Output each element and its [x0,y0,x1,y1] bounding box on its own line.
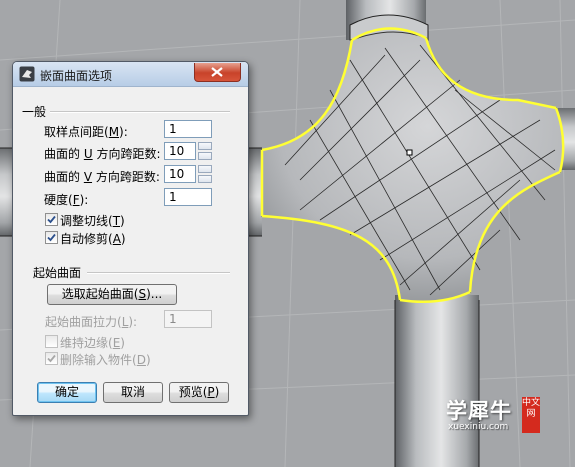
checkmark-icon [47,215,56,224]
v-spans-stepper[interactable] [198,165,212,183]
select-starting-surface-button[interactable]: 选取起始曲面(S)... [47,284,177,305]
u-spans-label: 曲面的 U 方向跨距数: [44,147,161,161]
starting-surface-pull-label: 起始曲面拉力(L): [45,315,138,329]
watermark-logo: 学犀牛 xuexiniu.com 中文网 [446,395,540,435]
preview-button[interactable]: 预览(P) [169,382,229,403]
sample-spacing-input[interactable]: 1 [164,120,212,138]
u-spans-stepper[interactable] [198,142,212,160]
watermark-badge: 中文网 [522,397,540,433]
v-spans-input[interactable]: 10 [164,165,196,183]
spin-down-icon[interactable] [198,152,212,160]
starting-surface-separator [87,272,230,274]
watermark-url: xuexiniu.com [448,422,509,432]
general-separator [50,111,230,113]
preserve-edges-checkbox[interactable] [45,335,58,348]
delete-input-checkbox[interactable] [45,352,58,365]
ok-button[interactable]: 确定 [37,382,97,403]
starting-surface-pull-input[interactable]: 1 [164,310,212,328]
v-spans-label: 曲面的 V 方向跨距数: [44,170,160,184]
watermark-main: 学犀牛 [446,399,512,423]
stiffness-input[interactable]: 1 [164,188,212,206]
auto-trim-checkbox[interactable] [45,231,58,244]
checkmark-icon [47,233,56,242]
dialog-title: 嵌面曲面选项 [40,69,113,83]
cancel-button[interactable]: 取消 [103,382,163,403]
checkmark-icon [47,354,56,363]
spin-up-icon[interactable] [198,165,212,173]
adjust-tangency-checkbox[interactable] [45,213,58,226]
preserve-edges-label[interactable]: 维持边缘(E) [60,334,125,351]
close-button[interactable] [194,63,241,82]
adjust-tangency-label[interactable]: 调整切线(T) [60,212,125,229]
spin-down-icon[interactable] [198,175,212,183]
auto-trim-label[interactable]: 自动修剪(A) [60,230,126,247]
sample-spacing-label: 取样点间距(M): [44,125,128,139]
starting-surface-group-header: 起始曲面 [33,266,82,280]
spin-up-icon[interactable] [198,142,212,150]
close-icon [211,67,223,77]
rhino-icon [19,66,35,82]
general-group-header: 一般 [22,105,47,119]
stiffness-label: 硬度(F): [44,193,89,207]
patch-surface-options-dialog: 嵌面曲面选项 一般 取样点间距(M): 1 曲面的 U 方向跨距数: 10 曲面… [12,61,249,416]
u-spans-input[interactable]: 10 [164,142,196,160]
dialog-titlebar[interactable]: 嵌面曲面选项 [13,62,248,87]
delete-input-label[interactable]: 删除输入物件(D) [60,351,151,368]
